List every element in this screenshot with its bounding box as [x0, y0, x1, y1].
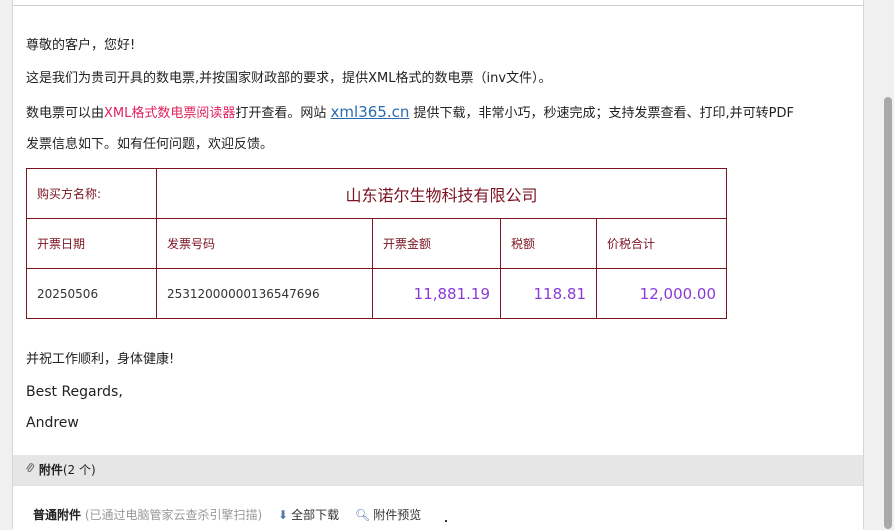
normal-attachments-label: 普通附件	[33, 508, 82, 522]
closing-text: 并祝工作顺利，身体健康!	[26, 352, 175, 367]
attachments-count: (2 个)	[62, 463, 96, 477]
invoice-total: 12,000.00	[595, 268, 728, 319]
header-tax: 税额	[500, 218, 597, 269]
header-amount: 开票金额	[372, 218, 501, 269]
buyer-row: 购买方名称: 山东诺尔生物科技有限公司	[26, 168, 728, 219]
xml-reader-link[interactable]: XML格式数电票阅读器	[104, 106, 235, 121]
download-all-button[interactable]: ⬇ 全部下载	[278, 508, 339, 522]
header-total: 价税合计	[595, 218, 728, 269]
attachments-panel: 普通附件 (已通过电脑管家云查杀引擎扫描) ⬇ 全部下载 🔍︎ 附件预览	[13, 485, 863, 530]
scrollbar-thumb[interactable]	[884, 97, 892, 529]
search-icon: 🔍︎	[354, 508, 371, 522]
paperclip-icon	[25, 455, 35, 485]
header-date: 开票日期	[26, 218, 157, 269]
download-icon: ⬇	[278, 508, 289, 522]
reader-info-middle: 打开查看。网站	[235, 106, 331, 121]
attachments-header[interactable]: 附件(2 个)	[13, 455, 863, 485]
invoice-value-row: 20250506 25312000000136547696 11,881.19 …	[26, 268, 728, 319]
header-divider	[13, 5, 863, 6]
signature-text: Andrew	[26, 415, 79, 431]
cursor-dot	[445, 520, 447, 522]
regards-text: Best Regards,	[26, 384, 123, 400]
invoice-number: 25312000000136547696	[156, 268, 373, 319]
attachments-title: 附件	[38, 463, 63, 477]
scan-note: (已通过电脑管家云查杀引擎扫描)	[84, 508, 263, 522]
attachments-toolbar: 普通附件 (已通过电脑管家云查杀引擎扫描) ⬇ 全部下载 🔍︎ 附件预览	[33, 506, 421, 523]
mail-content-frame: 尊敬的客户，您好! 这是我们为贵司开具的数电票,并按国家财政部的要求，提供XML…	[12, 0, 864, 530]
reader-info-text: 数电票可以由XML格式数电票阅读器打开查看。网站 xml365.cn 提供下载，…	[26, 103, 794, 123]
invoice-table: 购买方名称: 山东诺尔生物科技有限公司 开票日期 发票号码 开票金额 税额 价税…	[26, 168, 728, 319]
reader-info-suffix: 提供下载，非常小巧，秒速完成；支持发票查看、打印,并可转PDF	[409, 106, 794, 121]
preview-label: 附件预览	[373, 508, 422, 522]
reader-info-prefix: 数电票可以由	[26, 106, 105, 121]
invoice-date: 20250506	[26, 268, 157, 319]
greeting-text: 尊敬的客户，您好!	[26, 38, 136, 53]
preview-button[interactable]: 🔍︎ 附件预览	[355, 508, 421, 522]
scrollbar[interactable]	[882, 0, 894, 529]
invoice-amount: 11,881.19	[372, 268, 501, 319]
invoice-info-text: 发票信息如下。如有任何问题，欢迎反馈。	[26, 137, 274, 152]
buyer-label: 购买方名称:	[26, 168, 157, 219]
invoice-tax: 118.81	[500, 268, 597, 319]
intro-text: 这是我们为贵司开具的数电票,并按国家财政部的要求，提供XML格式的数电票（inv…	[26, 71, 552, 86]
invoice-header-row: 开票日期 发票号码 开票金额 税额 价税合计	[26, 218, 728, 269]
download-all-label: 全部下载	[291, 508, 340, 522]
buyer-name: 山东诺尔生物科技有限公司	[155, 168, 728, 219]
xml365-link[interactable]: xml365.cn	[331, 103, 410, 121]
header-number: 发票号码	[156, 218, 373, 269]
